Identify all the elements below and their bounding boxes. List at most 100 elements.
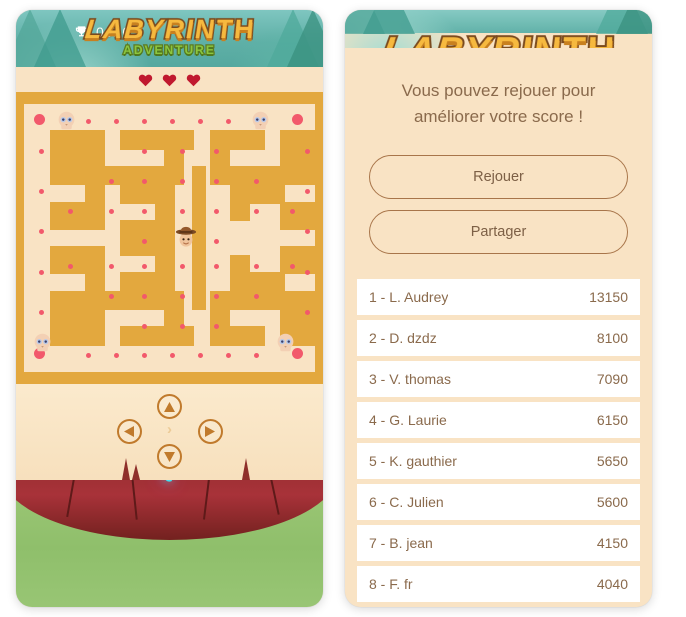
pellet <box>180 209 185 214</box>
pellet <box>170 353 175 358</box>
spike-decoration-icon <box>242 458 250 480</box>
pellet <box>290 264 295 269</box>
spike-decoration-icon <box>122 458 130 480</box>
pellet <box>254 294 259 299</box>
leaderboard-score: 6150 <box>596 412 628 428</box>
leaderboard-player: 5 - K. gauthier <box>369 453 457 469</box>
pellet <box>254 264 259 269</box>
pellet <box>142 119 147 124</box>
leaderboard-player: 6 - C. Julien <box>369 494 444 510</box>
maze-frame <box>16 92 323 384</box>
leaderboard-row[interactable]: 1 - L. Audrey 13150 <box>357 279 640 315</box>
pellet <box>109 294 114 299</box>
game-screen: 0020 LABYRINTH ADVENTURE › <box>16 10 323 607</box>
pellet <box>39 270 44 275</box>
leaderboard-player: 3 - V. thomas <box>369 371 451 387</box>
leaderboard-row[interactable]: 4 - G. Laurie 6150 <box>357 402 640 438</box>
lives-bar <box>16 67 323 92</box>
leaderboard-player: 1 - L. Audrey <box>369 289 449 305</box>
pellet <box>226 119 231 124</box>
pellet <box>39 149 44 154</box>
dpad-center-marker: › <box>167 421 172 438</box>
maze-wall <box>210 130 265 150</box>
logo-title: LABYRINTH <box>376 29 620 48</box>
replay-button[interactable]: Rejouer <box>369 155 628 199</box>
leaderboard-score: 4150 <box>596 535 628 551</box>
maze-wall <box>120 130 140 150</box>
dpad-down-button[interactable] <box>157 444 182 469</box>
logo-subtitle: ADVENTURE <box>122 43 216 58</box>
dpad: › <box>16 394 323 469</box>
leaderboard-row[interactable]: 8 - F. fr 4040 <box>357 566 640 602</box>
dpad-up-button[interactable] <box>157 394 182 419</box>
pellet <box>254 179 259 184</box>
arrow-left-icon <box>124 426 134 437</box>
pellet <box>86 353 91 358</box>
pellet <box>114 353 119 358</box>
power-pellet <box>292 114 303 125</box>
pellet <box>214 209 219 214</box>
scenery-background: ʅ ʅ ʅ <box>16 480 323 607</box>
pellet <box>68 209 73 214</box>
pellet <box>254 209 259 214</box>
result-header: LABYRINTH ADVENTURE <box>345 10 652 48</box>
pellet <box>142 209 147 214</box>
pellet <box>114 119 119 124</box>
pellet <box>305 229 310 234</box>
pellet <box>180 294 185 299</box>
hero-cowboy-icon <box>175 226 197 247</box>
pellet <box>214 179 219 184</box>
pellet <box>226 353 231 358</box>
leaderboard-row[interactable]: 2 - D. dzdz 8100 <box>357 320 640 356</box>
pellet <box>109 209 114 214</box>
control-area: › <box>16 384 323 480</box>
arrow-down-icon <box>164 451 175 462</box>
pellet <box>86 119 91 124</box>
maze-wall <box>85 202 105 230</box>
pellet <box>142 264 147 269</box>
arrow-up-icon <box>164 401 175 412</box>
pellet <box>305 149 310 154</box>
pellet <box>198 353 203 358</box>
leaderboard-row[interactable]: 6 - C. Julien 5600 <box>357 484 640 520</box>
pellet <box>305 270 310 275</box>
heart-icon <box>186 74 201 86</box>
pellet <box>142 353 147 358</box>
power-pellet <box>34 114 45 125</box>
pellet <box>305 189 310 194</box>
pellet <box>180 149 185 154</box>
pellet <box>109 264 114 269</box>
pellet <box>39 189 44 194</box>
result-panel: LABYRINTH ADVENTURE Vous pouvez rejouer … <box>345 10 652 607</box>
tree-decoration-icon <box>616 10 652 35</box>
pellet <box>39 229 44 234</box>
leaderboard-row[interactable]: 3 - V. thomas 7090 <box>357 361 640 397</box>
pellet <box>109 179 114 184</box>
pellet <box>170 119 175 124</box>
leaderboard-row[interactable]: 5 - K. gauthier 5650 <box>357 443 640 479</box>
skull-enemy-icon <box>58 111 75 130</box>
leaderboard-score: 7090 <box>596 371 628 387</box>
dpad-right-button[interactable] <box>197 419 223 444</box>
leaderboard-score: 8100 <box>596 330 628 346</box>
leaderboard: 1 - L. Audrey 13150 2 - D. dzdz 8100 3 -… <box>345 265 652 607</box>
leaderboard-score: 13150 <box>589 289 628 305</box>
heart-icon <box>138 74 153 86</box>
leaderboard-score: 4040 <box>596 576 628 592</box>
pellet <box>180 324 185 329</box>
skull-enemy-icon <box>277 333 294 352</box>
pellet <box>142 324 147 329</box>
heart-icon <box>162 74 177 86</box>
leaderboard-row[interactable]: 7 - B. jean 4150 <box>357 525 640 561</box>
share-button[interactable]: Partager <box>369 210 628 254</box>
logo-title: LABYRINTH <box>81 13 257 46</box>
maze-wall <box>120 234 175 256</box>
pellet <box>180 264 185 269</box>
maze-board <box>24 104 315 372</box>
leaderboard-player: 8 - F. fr <box>369 576 413 592</box>
pellet <box>180 179 185 184</box>
result-logo: LABYRINTH ADVENTURE <box>376 29 620 48</box>
maze-wall <box>164 291 184 346</box>
leaderboard-score: 5650 <box>596 453 628 469</box>
dpad-left-button[interactable] <box>116 419 142 444</box>
